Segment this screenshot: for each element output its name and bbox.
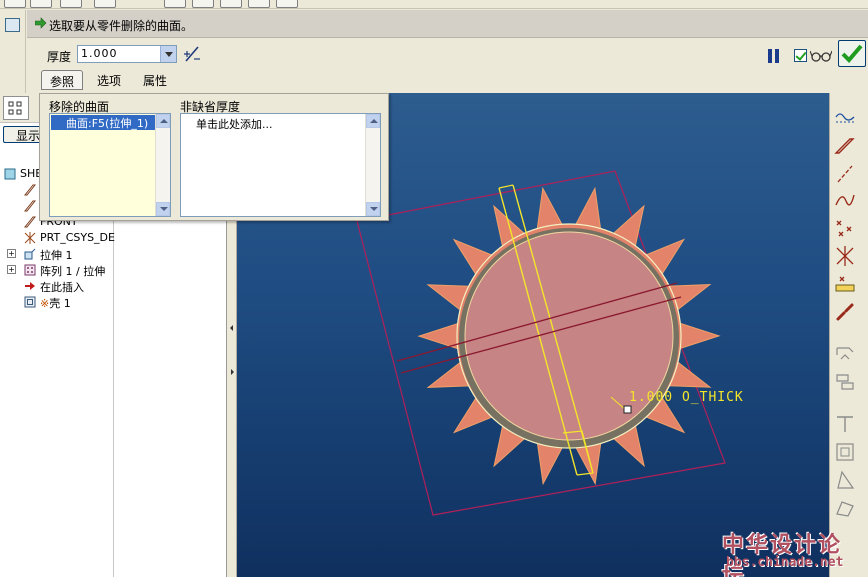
list-item[interactable]: 曲面:F5(拉伸_1)	[51, 115, 155, 130]
prompt-message: 选取要从零件删除的曲面。	[49, 19, 194, 33]
watermark: 中华设计论坛 bbs.chinade.net	[722, 527, 864, 577]
datum-point-tool-icon[interactable]	[834, 217, 856, 239]
pattern-icon	[24, 264, 36, 276]
toolbar-button[interactable]	[276, 0, 298, 8]
message-area: 选取要从零件删除的曲面。	[27, 10, 868, 38]
draft-tool-icon[interactable]	[834, 469, 856, 491]
offset-tool-icon[interactable]	[834, 441, 856, 463]
tab-references[interactable]: 参照	[41, 70, 84, 90]
trim-tool-icon[interactable]	[834, 413, 856, 435]
dashboard-side	[0, 10, 26, 94]
tab-properties[interactable]: 属性	[135, 70, 175, 90]
drag-handle[interactable]	[623, 405, 632, 414]
merge-tool-icon[interactable]	[834, 371, 856, 393]
thickness-dimension[interactable]: 1.000 O_THICK	[629, 390, 744, 405]
scroll-up-icon[interactable]	[366, 114, 380, 128]
datum-toolbar	[829, 93, 868, 577]
datum-plane-icon	[24, 200, 36, 212]
part-icon	[4, 168, 16, 180]
add-item-placeholder[interactable]: 单击此处添加...	[196, 116, 273, 132]
removed-surfaces-list[interactable]: 曲面:F5(拉伸_1)	[49, 113, 171, 217]
shell-feature-icon[interactable]	[5, 18, 20, 32]
chain-tool-icon[interactable]	[834, 301, 856, 323]
flip-direction-icon[interactable]	[183, 45, 201, 63]
expand-toggle[interactable]: +	[7, 249, 16, 258]
model-tree-tab[interactable]	[3, 96, 29, 120]
datum-curve-tool-icon[interactable]	[834, 189, 856, 211]
expand-right-icon[interactable]	[230, 357, 234, 387]
tree-icon	[8, 101, 22, 115]
datum-display-icon[interactable]	[834, 107, 856, 129]
datum-plane-icon	[24, 216, 36, 228]
shell-icon	[24, 296, 36, 308]
toolbar-button[interactable]	[220, 0, 242, 8]
chevron-down-icon[interactable]	[160, 46, 176, 62]
dashboard-controls: 厚度 1.000	[27, 39, 868, 69]
thickness-label: 厚度	[47, 50, 72, 64]
thickness-value[interactable]: 1.000	[81, 47, 118, 60]
csys-tool-icon[interactable]	[834, 245, 856, 267]
scroll-down-icon[interactable]	[366, 202, 380, 216]
mirror-tool-icon[interactable]	[834, 343, 856, 365]
non-default-thickness-list[interactable]: 单击此处添加...	[180, 113, 381, 217]
pause-icon[interactable]	[768, 49, 780, 63]
watermark-url: bbs.chinade.net	[726, 555, 844, 570]
top-toolbar	[0, 0, 868, 9]
toolbar-button[interactable]	[94, 0, 116, 8]
scrollbar[interactable]	[365, 114, 380, 216]
analysis-tool-icon[interactable]	[834, 273, 856, 295]
ok-button[interactable]	[838, 40, 866, 67]
collapse-left-icon[interactable]	[230, 313, 234, 343]
glasses-icon[interactable]	[810, 49, 832, 63]
datum-axis-tool-icon[interactable]	[834, 163, 856, 185]
datum-plane-tool-icon[interactable]	[834, 135, 856, 157]
thickness-input[interactable]: 1.000	[77, 45, 177, 63]
toolbar-button[interactable]	[4, 0, 26, 8]
references-panel: 移除的曲面 非缺省厚度 曲面:F5(拉伸_1) 单击此处添加...	[39, 93, 389, 221]
toolbar-button[interactable]	[248, 0, 270, 8]
dashboard-tabs: 参照 选项 属性	[27, 69, 868, 93]
scroll-up-icon[interactable]	[156, 114, 170, 128]
feature-marker: ※	[40, 297, 50, 310]
checkmark-icon	[841, 44, 863, 63]
gear-body	[464, 231, 674, 441]
insert-here-icon	[25, 282, 35, 290]
extrude-icon	[24, 248, 36, 260]
scroll-down-icon[interactable]	[156, 202, 170, 216]
csys-icon	[24, 232, 36, 244]
shell-tool-icon[interactable]	[834, 497, 856, 519]
datum-plane-icon	[24, 184, 36, 196]
preview-checkbox[interactable]	[794, 49, 807, 62]
toolbar-button[interactable]	[164, 0, 186, 8]
green-arrow-icon	[35, 17, 47, 29]
toolbar-button[interactable]	[60, 0, 82, 8]
toolbar-button[interactable]	[192, 0, 214, 8]
toolbar-button[interactable]	[30, 0, 52, 8]
show-button[interactable]: 显示	[3, 126, 43, 143]
scrollbar[interactable]	[155, 114, 170, 216]
expand-toggle[interactable]: +	[7, 265, 16, 274]
tab-options[interactable]: 选项	[89, 70, 129, 90]
highlight-edge	[498, 184, 514, 189]
shell-label: ※壳 1	[40, 297, 71, 310]
